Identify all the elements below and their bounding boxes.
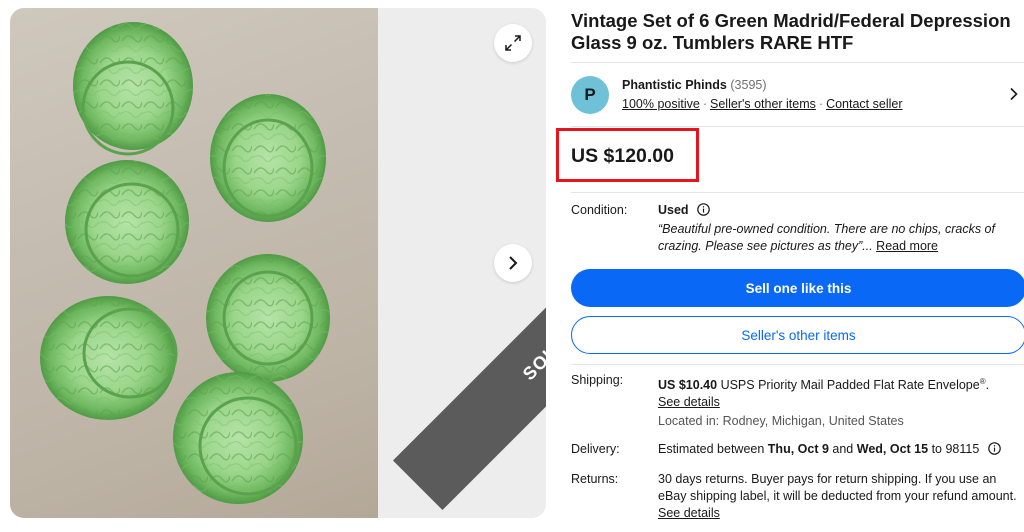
shipping-service: USPS Priority Mail Padded Flat Rate Enve… (720, 378, 980, 393)
seller-name[interactable]: Phantistic Phinds (622, 78, 727, 92)
condition-label: Condition: (571, 203, 628, 217)
returns-label: Returns: (571, 472, 619, 486)
shipping-see-details-link[interactable]: See details (658, 395, 720, 409)
image-gallery: SOLD (10, 8, 546, 518)
divider (571, 364, 1024, 365)
condition-value: Used (658, 203, 689, 217)
chevron-right-icon (509, 256, 518, 270)
read-more-link[interactable]: Read more (876, 239, 938, 253)
contact-seller-link[interactable]: Contact seller (826, 97, 902, 111)
delivery-label: Delivery: (571, 442, 620, 456)
delivery-value: Estimated between Thu, Oct 9 and Wed, Oc… (658, 441, 1001, 458)
chevron-right-icon[interactable] (1009, 87, 1019, 101)
shipping-value: US $10.40 USPS Priority Mail Padded Flat… (658, 377, 990, 410)
info-icon[interactable] (987, 442, 1001, 455)
listing-title: Vintage Set of 6 Green Madrid/Federal De… (571, 10, 1011, 53)
divider (571, 192, 1024, 193)
item-location: Located in: Rodney, Michigan, United Sta… (658, 414, 904, 428)
expand-image-button[interactable] (494, 24, 532, 62)
info-icon[interactable] (697, 203, 710, 216)
expand-icon (505, 35, 521, 51)
sell-one-like-this-button[interactable]: Sell one like this (571, 269, 1024, 307)
next-image-button[interactable] (494, 244, 532, 282)
sold-label: SOLD (518, 331, 546, 384)
returns-text: 30 days returns. Buyer pays for return s… (658, 472, 1017, 503)
tumbler (73, 22, 193, 156)
seller-links: 100% positive · Seller's other items · Conta… (622, 97, 903, 111)
returns-value: 30 days returns. Buyer pays for return s… (658, 471, 1018, 522)
seller-feedback-count: (3595) (730, 78, 767, 92)
delivery-end: Wed, Oct 15 (856, 442, 929, 456)
shipping-label: Shipping: (571, 373, 624, 387)
shipping-amount: US $10.40 (658, 378, 718, 393)
seller-avatar[interactable]: P (571, 76, 609, 114)
sellers-other-items-button[interactable]: Seller's other items (571, 316, 1024, 354)
seller-other-items-link[interactable]: Seller's other items (710, 97, 816, 111)
seller-name-row: Phantistic Phinds (3595) (622, 78, 767, 92)
divider (571, 126, 1024, 127)
glass-tumblers-image (40, 22, 330, 504)
condition-description: “Beautiful pre-owned condition. There ar… (658, 221, 1003, 255)
divider (571, 62, 1024, 63)
condition-quote: “Beautiful pre-owned condition. There ar… (658, 222, 995, 253)
product-photo[interactable] (10, 8, 378, 518)
seller-card[interactable]: P Phantistic Phinds (3595) 100% positive… (571, 72, 1024, 118)
condition-value-row: Used (658, 202, 710, 219)
returns-see-details-link[interactable]: See details (658, 506, 720, 520)
delivery-start: Thu, Oct 9 (767, 442, 829, 456)
price: US $120.00 (571, 145, 674, 167)
seller-feedback-link[interactable]: 100% positive (622, 97, 700, 111)
listing-details: Vintage Set of 6 Green Madrid/Federal De… (556, 0, 1024, 532)
